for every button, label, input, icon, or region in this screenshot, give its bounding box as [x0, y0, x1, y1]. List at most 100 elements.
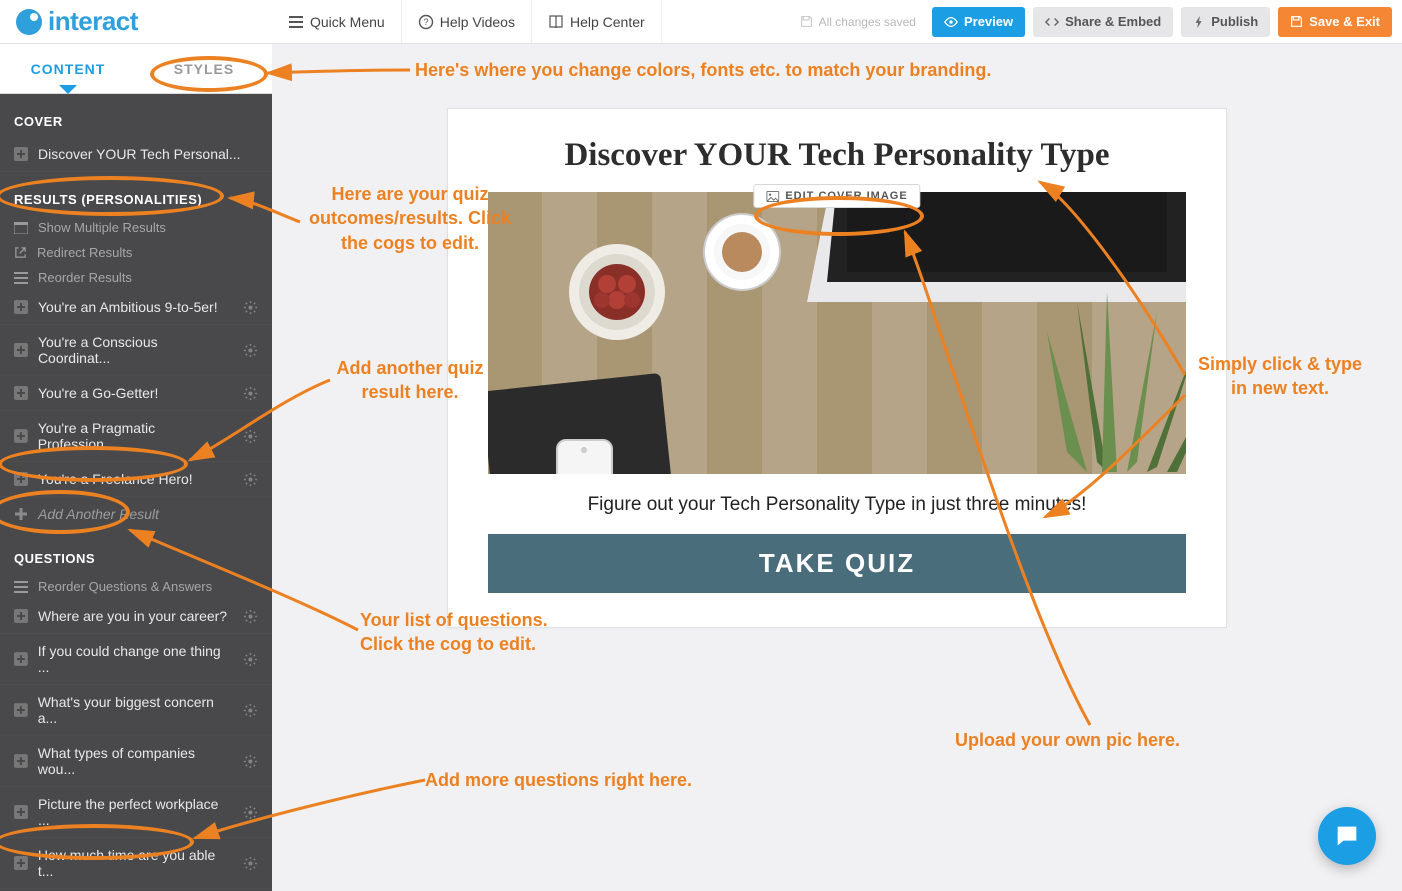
- share-embed-button[interactable]: Share & Embed: [1033, 7, 1173, 37]
- section-cover-header: COVER: [0, 94, 272, 137]
- show-multiple-label: Show Multiple Results: [38, 220, 166, 235]
- tab-content-label: CONTENT: [31, 61, 106, 77]
- sidebar-result-item[interactable]: You're a Pragmatic Profession...: [0, 411, 272, 462]
- save-status-text: All changes saved: [819, 15, 916, 29]
- sidebar-cover-item[interactable]: Discover YOUR Tech Personal...: [0, 137, 272, 172]
- plus-icon: [14, 609, 28, 623]
- sidebar-question-item[interactable]: Picture the perfect workplace ...: [0, 787, 272, 838]
- chat-icon: [1333, 822, 1361, 850]
- sidebar-question-item[interactable]: What's your biggest concern a...: [0, 685, 272, 736]
- plus-icon: [14, 856, 28, 870]
- sidebar-result-item[interactable]: You're a Conscious Coordinat...: [0, 325, 272, 376]
- question-item-label: How much time are you able t...: [38, 847, 233, 879]
- hamburger-icon: [288, 14, 304, 30]
- plus-icon: [14, 805, 28, 819]
- sidebar-show-multiple[interactable]: Show Multiple Results: [0, 215, 272, 240]
- quiz-title[interactable]: Discover YOUR Tech Personality Type: [488, 137, 1186, 174]
- logo-icon: [16, 9, 42, 35]
- intercom-chat-button[interactable]: [1318, 807, 1376, 865]
- gear-icon[interactable]: [243, 754, 258, 769]
- add-result-label: Add Another Result: [38, 506, 159, 522]
- image-icon: [766, 191, 779, 202]
- brand-logo[interactable]: interact: [0, 0, 272, 43]
- plus-icon: [14, 343, 28, 357]
- sidebar: COVER Discover YOUR Tech Personal... RES…: [0, 94, 272, 891]
- save-exit-button[interactable]: Save & Exit: [1278, 7, 1392, 37]
- sidebar-reorder-results[interactable]: Reorder Results: [0, 265, 272, 290]
- window-icon: [14, 222, 28, 234]
- sidebar-redirect-results[interactable]: Redirect Results: [0, 240, 272, 265]
- sidebar-reorder-questions[interactable]: Reorder Questions & Answers: [0, 574, 272, 599]
- edit-cover-image-button[interactable]: EDIT COVER IMAGE: [753, 184, 920, 208]
- gear-icon[interactable]: [243, 703, 258, 718]
- help-center-item[interactable]: Help Center: [532, 0, 662, 43]
- list-icon: [14, 581, 28, 593]
- plus-icon: [14, 703, 28, 717]
- sidebar-question-item[interactable]: If you could change one thing ...: [0, 634, 272, 685]
- tab-content[interactable]: CONTENT: [0, 44, 136, 93]
- help-videos-item[interactable]: ? Help Videos: [402, 0, 532, 43]
- plus-icon: [14, 386, 28, 400]
- gear-icon[interactable]: [243, 856, 258, 871]
- gear-icon[interactable]: [243, 343, 258, 358]
- add-another-result[interactable]: Add Another Result: [0, 497, 272, 531]
- reorder-results-label: Reorder Results: [38, 270, 132, 285]
- quiz-subtitle[interactable]: Figure out your Tech Personality Type in…: [488, 494, 1186, 516]
- result-item-label: You're a Freelance Hero!: [38, 471, 193, 487]
- plus-icon: [14, 754, 28, 768]
- top-right-actions: All changes saved Preview Share & Embed …: [800, 0, 1402, 43]
- quick-menu-item[interactable]: Quick Menu: [272, 0, 402, 43]
- question-item-label: If you could change one thing ...: [38, 643, 233, 675]
- sidebar-question-item[interactable]: Where are you in your career?: [0, 599, 272, 634]
- quick-menu-label: Quick Menu: [310, 14, 385, 30]
- help-videos-label: Help Videos: [440, 14, 515, 30]
- question-item-label: What's your biggest concern a...: [38, 694, 234, 726]
- gear-icon[interactable]: [243, 472, 258, 487]
- cover-image-wrap[interactable]: EDIT COVER IMAGE: [488, 192, 1186, 474]
- take-quiz-button[interactable]: TAKE QUIZ: [488, 534, 1186, 593]
- editor-tabs: CONTENT STYLES: [0, 44, 272, 94]
- save-icon: [800, 15, 813, 28]
- tab-styles[interactable]: STYLES: [136, 44, 272, 93]
- section-questions-header: QUESTIONS: [0, 531, 272, 574]
- reorder-questions-label: Reorder Questions & Answers: [38, 579, 212, 594]
- publish-button[interactable]: Publish: [1181, 7, 1270, 37]
- gear-icon[interactable]: [243, 652, 258, 667]
- question-item-label: What types of companies wou...: [38, 745, 233, 777]
- result-item-label: You're a Conscious Coordinat...: [38, 334, 233, 366]
- plus-icon: [14, 429, 28, 443]
- editor-canvas: Discover YOUR Tech Personality Type EDIT…: [272, 44, 1402, 891]
- code-icon: [1045, 15, 1059, 29]
- brand-name: interact: [48, 6, 138, 37]
- question-item-label: Where are you in your career?: [38, 608, 227, 624]
- tab-styles-label: STYLES: [174, 61, 234, 77]
- top-bar: interact Quick Menu ? Help Videos Help C…: [0, 0, 1402, 44]
- gear-icon[interactable]: [243, 805, 258, 820]
- list-icon: [14, 272, 28, 284]
- sidebar-result-item[interactable]: You're a Go-Getter!: [0, 376, 272, 411]
- gear-icon[interactable]: [243, 429, 258, 444]
- share-label: Share & Embed: [1065, 14, 1161, 29]
- sidebar-question-item[interactable]: How much time are you able t...: [0, 838, 272, 889]
- publish-label: Publish: [1211, 14, 1258, 29]
- redirect-label: Redirect Results: [37, 245, 132, 260]
- help-circle-icon: ?: [418, 14, 434, 30]
- eye-icon: [944, 15, 958, 29]
- top-menu: Quick Menu ? Help Videos Help Center: [272, 0, 662, 43]
- edit-cover-label: EDIT COVER IMAGE: [785, 190, 907, 202]
- preview-label: Preview: [964, 14, 1013, 29]
- result-item-label: You're a Go-Getter!: [38, 385, 158, 401]
- plus-icon: [14, 652, 28, 666]
- plus-icon: [14, 472, 28, 486]
- question-item-label: Picture the perfect workplace ...: [38, 796, 233, 828]
- preview-button[interactable]: Preview: [932, 7, 1025, 37]
- sidebar-result-item[interactable]: You're an Ambitious 9-to-5er!: [0, 290, 272, 325]
- sidebar-question-item[interactable]: What types of companies wou...: [0, 736, 272, 787]
- result-item-label: You're a Pragmatic Profession...: [38, 420, 234, 452]
- gear-icon[interactable]: [243, 609, 258, 624]
- gear-icon[interactable]: [243, 300, 258, 315]
- cover-item-label: Discover YOUR Tech Personal...: [38, 146, 241, 162]
- sidebar-result-item[interactable]: You're a Freelance Hero!: [0, 462, 272, 497]
- gear-icon[interactable]: [243, 386, 258, 401]
- plus-fat-icon: [14, 507, 28, 521]
